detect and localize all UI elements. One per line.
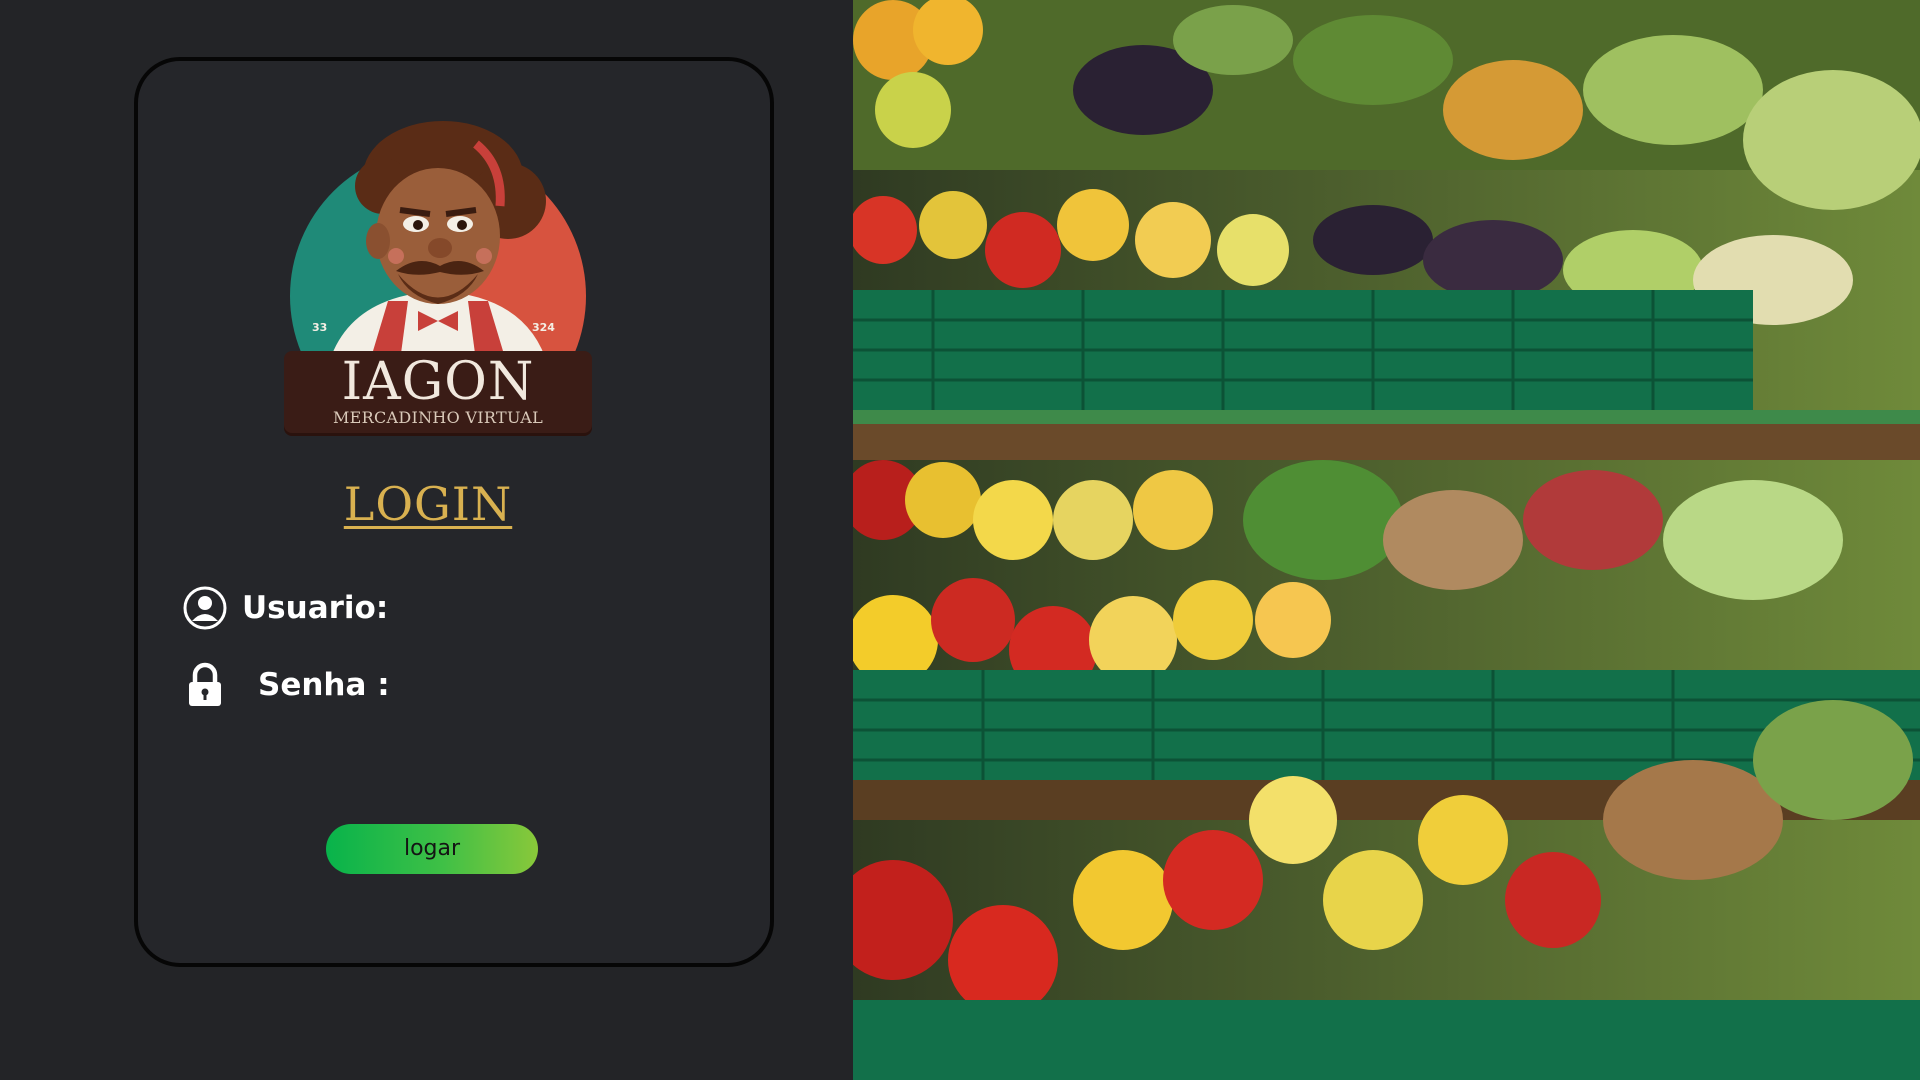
login-page: 33 324 IAGON MERCADINHO VIRTUAL LOGIN Us… [0,0,1920,1080]
username-row: Usuario: [180,581,657,635]
password-label: Senha : [258,667,390,703]
password-row: Senha : [180,658,658,712]
login-panel: 33 324 IAGON MERCADINHO VIRTUAL LOGIN Us… [0,0,853,1080]
login-submit-button[interactable]: logar [326,824,538,874]
lock-icon [180,660,230,710]
username-label: Usuario: [242,590,389,626]
vegetable-shelf-illustration [853,0,1920,1080]
produce-hero-image [853,0,1920,1080]
brand-name: IAGON [341,352,535,412]
logo-badge-left: 33 [312,321,328,334]
login-card: 33 324 IAGON MERCADINHO VIRTUAL LOGIN Us… [134,57,774,967]
brand-logo: 33 324 IAGON MERCADINHO VIRTUAL [278,106,592,436]
page-title: LOGIN [343,477,513,531]
username-input[interactable] [402,589,657,627]
logo-badge-right: 324 [532,321,555,334]
brand-tagline: MERCADINHO VIRTUAL [332,408,544,427]
password-input[interactable] [403,666,658,704]
user-circle-icon [180,583,230,633]
